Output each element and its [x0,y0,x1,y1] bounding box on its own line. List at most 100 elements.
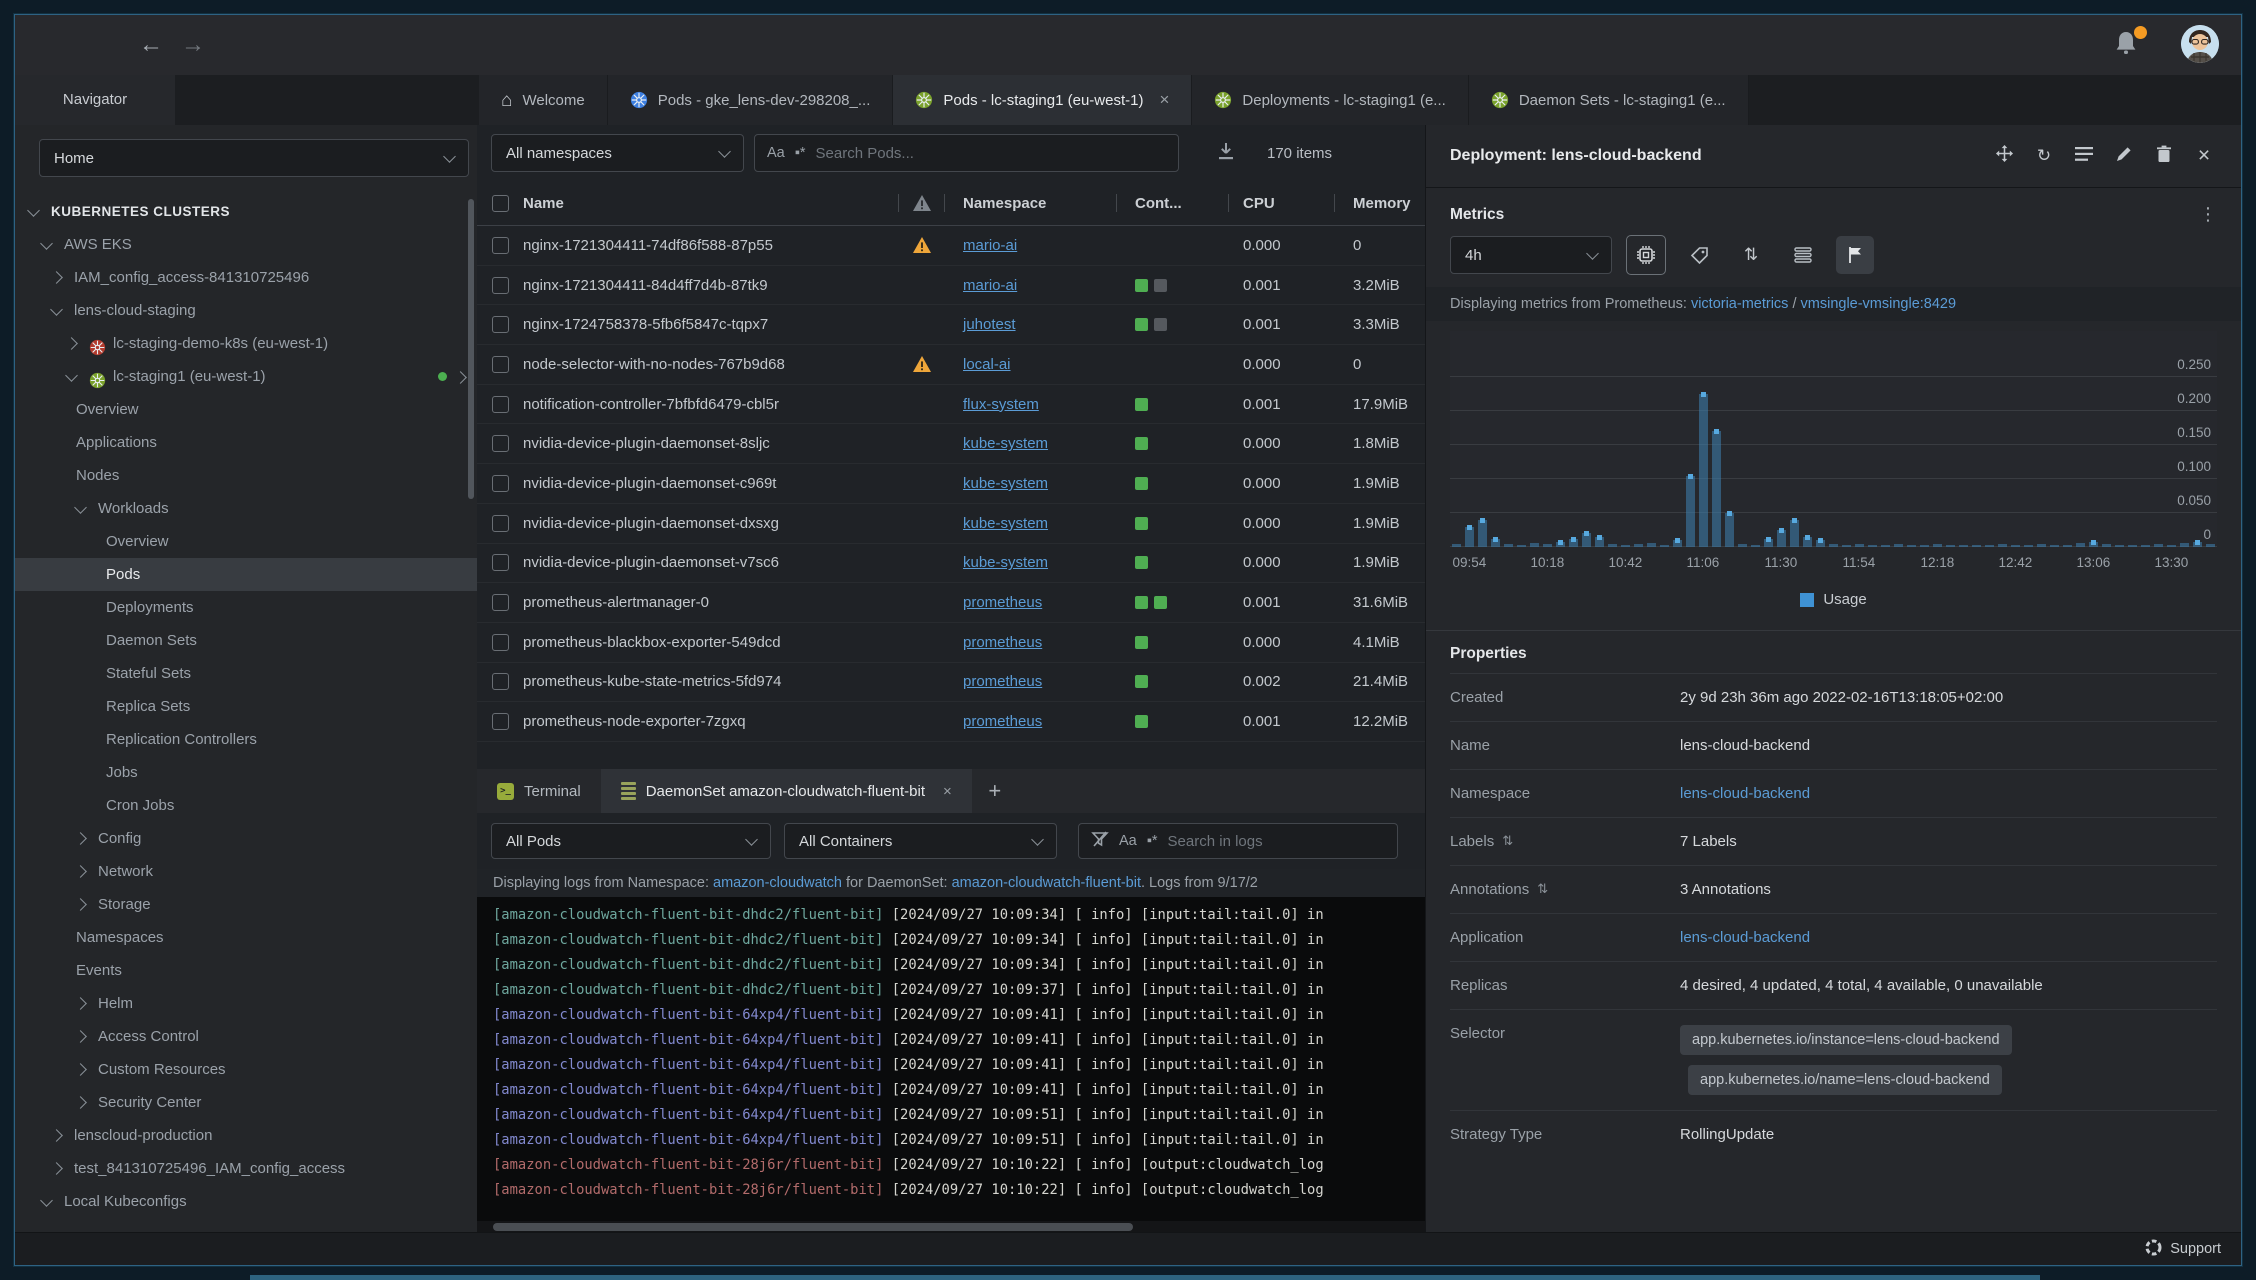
table-row[interactable]: nvidia-device-plugin-daemonset-c969t kube… [477,464,1426,504]
row-checkbox[interactable] [477,435,523,453]
sidebar-item-helm[interactable]: Helm [15,987,477,1020]
container-filter-select[interactable]: All Containers [784,823,1057,859]
sidebar-scrollbar[interactable] [468,199,474,499]
namespace-link[interactable]: kube-system [963,435,1048,452]
scope-select[interactable]: Home [39,139,469,177]
table-row[interactable]: prometheus-alertmanager-0 prometheus 0.001… [477,583,1426,623]
table-row[interactable]: nvidia-device-plugin-daemonset-8sljc kube… [477,424,1426,465]
stacked-list-icon[interactable] [1784,236,1822,274]
dock-tab-daemonset-amazon-cloudwatch-fl[interactable]: DaemonSet amazon-cloudwatch-fluent-bit × [600,769,972,813]
prometheus-namespace-link[interactable]: victoria-metrics [1691,296,1788,312]
namespace-link[interactable]: prometheus [963,594,1042,611]
namespace-link[interactable]: kube-system [963,475,1048,492]
row-checkbox[interactable] [477,236,523,254]
select-all-checkbox[interactable] [477,194,523,212]
sidebar-item-workloads[interactable]: Workloads [15,492,477,525]
cpu-chip-icon[interactable] [1626,235,1666,275]
trash-icon[interactable] [2151,145,2177,168]
regex-icon[interactable]: ▪* [795,145,806,161]
row-checkbox[interactable] [477,395,523,413]
row-checkbox[interactable] [477,276,523,294]
sidebar-item-custom-resources[interactable]: Custom Resources [15,1053,477,1086]
sidebar-item-cron-jobs[interactable]: Cron Jobs [15,789,477,822]
sidebar-item-stateful-sets[interactable]: Stateful Sets [15,657,477,690]
regex-icon[interactable]: ▪* [1147,833,1158,849]
sidebar-item-storage[interactable]: Storage [15,888,477,921]
namespace-link[interactable]: mario-ai [963,237,1017,254]
sidebar-item-test-841310725496-iam-config-a[interactable]: test_841310725496_IAM_config_access [15,1152,477,1185]
sidebar-item-lc-staging1-eu-west-1-[interactable]: lc-staging1 (eu-west-1) [15,360,477,393]
namespace-link[interactable]: prometheus [963,713,1042,730]
download-icon[interactable] [1211,141,1241,166]
namespace-link[interactable]: amazon-cloudwatch [713,875,842,891]
match-case-icon[interactable]: Aa [1119,833,1137,849]
row-checkbox[interactable] [477,554,523,572]
table-row[interactable]: notification-controller-7bfbfd6479-cbl5r… [477,385,1426,425]
move-icon[interactable] [1991,144,2017,168]
namespace-link[interactable]: kube-system [963,515,1048,532]
user-avatar[interactable] [2181,25,2219,63]
column-warnings-icon[interactable] [899,194,945,212]
selector-chip[interactable]: app.kubernetes.io/name=lens-cloud-backen… [1688,1065,2002,1095]
sidebar-item-access-control[interactable]: Access Control [15,1020,477,1053]
table-row[interactable]: nginx-1721304411-84d4ff7d4b-87tk9 mario-a… [477,266,1426,306]
labels-value[interactable]: 7 Labels [1680,833,2217,850]
refresh-icon[interactable]: ↻ [2031,146,2057,166]
sidebar-item-deployments[interactable]: Deployments [15,591,477,624]
column-containers[interactable]: Cont... [1117,195,1229,212]
namespace-link[interactable]: juhotest [963,316,1016,333]
sidebar-item-kubernetes-clusters[interactable]: KUBERNETES CLUSTERS [15,195,477,228]
close-tab-icon[interactable]: × [1159,90,1169,110]
navigator-panel-tab[interactable]: Navigator [15,75,175,125]
cpu-usage-chart[interactable]: 0 0.050 0.100 0.150 0.200 0.250 [1450,331,2217,547]
namespace-link[interactable]: flux-system [963,396,1039,413]
tab-daemon-sets-lc-staging1-e-[interactable]: Daemon Sets - lc-staging1 (e... [1468,75,1749,125]
expand-toggle-icon[interactable]: ⇅ [1537,881,1548,897]
row-checkbox[interactable] [477,316,523,334]
sidebar-item-lc-staging-demo-k8s-eu-west-1-[interactable]: lc-staging-demo-k8s (eu-west-1) [15,327,477,360]
edit-icon[interactable] [2111,145,2137,168]
sidebar-item-local-kubeconfigs[interactable]: Local Kubeconfigs [15,1185,477,1218]
table-row[interactable]: prometheus-node-exporter-7zgxq prometheus… [477,702,1426,742]
row-checkbox[interactable] [477,355,523,373]
table-row[interactable]: prometheus-blackbox-exporter-549dcd prome… [477,623,1426,663]
annotations-value[interactable]: 3 Annotations [1680,881,2217,898]
row-checkbox[interactable] [477,594,523,612]
tab-pods-gke-lens-dev-298208-[interactable]: Pods - gke_lens-dev-298208_... [607,75,894,125]
namespace-filter-select[interactable]: All namespaces [491,134,744,172]
row-checkbox[interactable] [477,713,523,731]
table-row[interactable]: nginx-1721304411-74df86f588-87p55 mario-a… [477,226,1426,266]
new-dock-tab-button[interactable]: + [972,769,1018,813]
dock-tab-terminal[interactable]: >_ Terminal [477,769,601,813]
sidebar-item-replica-sets[interactable]: Replica Sets [15,690,477,723]
table-row[interactable]: nginx-1724758378-5fb6f5847c-tqpx7 juhotes… [477,305,1426,346]
namespace-link[interactable]: local-ai [963,356,1011,373]
column-name[interactable]: Name [523,195,899,212]
prometheus-service-link[interactable]: vmsingle-vmsingle:8429 [1801,296,1957,312]
table-row[interactable]: prometheus-kube-state-metrics-5fd974 prom… [477,663,1426,703]
sidebar-item-applications[interactable]: Applications [15,426,477,459]
sidebar-item-overview[interactable]: Overview [15,525,477,558]
bell-icon[interactable] [2113,26,2147,61]
sidebar-item-events[interactable]: Events [15,954,477,987]
selector-chip[interactable]: app.kubernetes.io/instance=lens-cloud-ba… [1680,1025,2012,1055]
row-checkbox[interactable] [477,514,523,532]
namespace-link[interactable]: kube-system [963,554,1048,571]
forward-arrow-icon[interactable]: → [177,29,209,61]
namespace-value-link[interactable]: lens-cloud-backend [1680,785,1810,802]
sidebar-item-network[interactable]: Network [15,855,477,888]
table-row[interactable]: node-selector-with-no-nodes-767b9d68 loca… [477,345,1426,385]
table-row[interactable]: nvidia-device-plugin-daemonset-dxsxg kube… [477,504,1426,544]
time-range-select[interactable]: 4h [1450,236,1612,274]
expand-toggle-icon[interactable]: ⇅ [1502,833,1513,849]
chart-legend[interactable]: Usage [1426,591,2241,608]
back-arrow-icon[interactable]: ← [135,29,167,61]
row-checkbox[interactable] [477,633,523,651]
flag-icon[interactable] [1836,236,1874,274]
sidebar-item-config[interactable]: Config [15,822,477,855]
kebab-menu-icon[interactable]: ⋮ [2199,204,2217,225]
column-memory[interactable]: Memory [1335,195,1426,212]
sidebar-item-lens-cloud-staging[interactable]: lens-cloud-staging [15,294,477,327]
row-checkbox[interactable] [477,474,523,492]
namespace-link[interactable]: prometheus [963,634,1042,651]
